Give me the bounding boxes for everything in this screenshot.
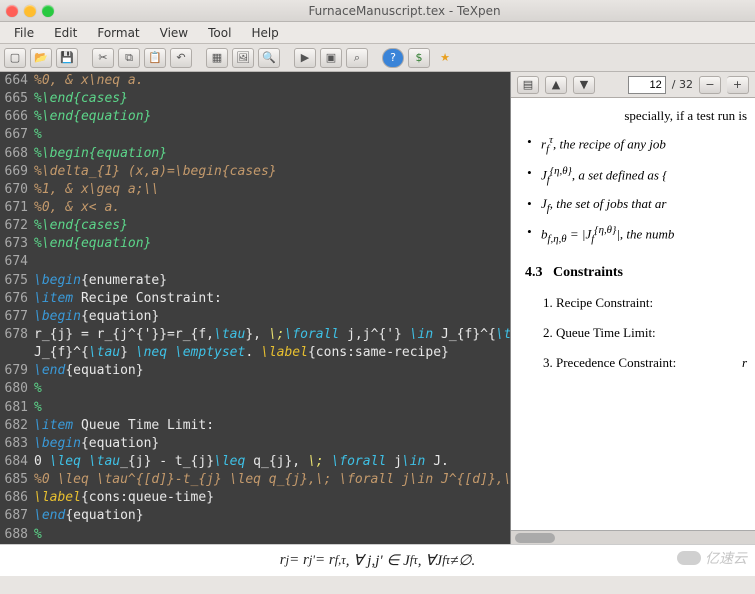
code-line[interactable]: %\end{equation} [34, 108, 510, 126]
code-line[interactable]: %\begin{equation} [34, 145, 510, 163]
section-heading: 4.3 Constraints [525, 265, 747, 281]
code-line[interactable]: J_{f}^{\tau} \neq \emptyset. \label{cons… [34, 344, 510, 362]
page-down-icon[interactable]: ▼ [573, 76, 595, 94]
constraint-item: 2. Queue Time Limit: [543, 325, 747, 341]
code-line[interactable]: %0, & x< a. [34, 199, 510, 217]
code-line[interactable]: \item Recipe Constraint: [34, 290, 510, 308]
preview-line: specially, if a test run is [525, 108, 747, 124]
new-icon[interactable]: ▢ [4, 48, 26, 68]
code-line[interactable]: \end{equation} [34, 507, 510, 525]
line-gutter: 6646656666676686696706716726736746756766… [0, 72, 32, 544]
code-line[interactable]: %1, & x\geq a;\\ [34, 181, 510, 199]
code-line[interactable]: %\end{cases} [34, 217, 510, 235]
titlebar: FurnaceManuscript.tex - TeXpen [0, 0, 755, 22]
close-icon[interactable] [6, 5, 18, 17]
formula-bar: rj = rj' = rf,τ, ∀ j,j' ∈ Jfτ, ∀Jfτ≠∅. [0, 544, 755, 576]
menu-edit[interactable]: Edit [44, 24, 87, 42]
code-line[interactable]: %0 \leq \tau^{[d]}-t_{j} \leq q_{j},\; \… [34, 471, 510, 489]
code-line[interactable]: %\end{equation} [34, 235, 510, 253]
preview-hscroll[interactable] [511, 530, 755, 544]
code-line[interactable]: \begin{equation} [34, 308, 510, 326]
page-number-input[interactable] [628, 76, 666, 94]
code-line[interactable]: %\delta_{1} (x,a)=\begin{cases} [34, 163, 510, 181]
scroll-thumb[interactable] [515, 533, 555, 543]
minimize-icon[interactable] [24, 5, 36, 17]
code-line[interactable]: % [34, 380, 510, 398]
code-line[interactable]: % [34, 526, 510, 544]
code-line[interactable]: \begin{enumerate} [34, 272, 510, 290]
watermark: 亿速云 [677, 548, 747, 568]
constraint-item: 1. Recipe Constraint: [543, 295, 747, 311]
code-line[interactable] [34, 253, 510, 271]
preview-bullet: Jf{η,θ}, a set defined as { [541, 165, 747, 186]
preview-bullet: bf,η,θ = |Jf{η,θ}|, the numb [541, 224, 747, 245]
menu-tool[interactable]: Tool [198, 24, 241, 42]
image-icon[interactable]: 🖼 [232, 48, 254, 68]
menu-help[interactable]: Help [241, 24, 288, 42]
code-line[interactable]: % [34, 399, 510, 417]
stop-icon[interactable]: ▣ [320, 48, 342, 68]
menubar: FileEditFormatViewToolHelp [0, 22, 755, 44]
menu-file[interactable]: File [4, 24, 44, 42]
page-total: / 32 [672, 78, 693, 91]
copy-icon[interactable]: ⧉ [118, 48, 140, 68]
preview-bullet: rfτ, the recipe of any job [541, 134, 747, 155]
sidebar-toggle-icon[interactable]: ▤ [517, 76, 539, 94]
help-icon[interactable]: ? [382, 48, 404, 68]
page-up-icon[interactable]: ▲ [545, 76, 567, 94]
preview-toolbar: ▤ ▲ ▼ / 32 − + [511, 72, 755, 98]
paste-icon[interactable]: 📋 [144, 48, 166, 68]
cut-icon[interactable]: ✂ [92, 48, 114, 68]
preview-pane: ▤ ▲ ▼ / 32 − + specially, if a test run … [510, 72, 755, 544]
menu-format[interactable]: Format [87, 24, 149, 42]
maximize-icon[interactable] [42, 5, 54, 17]
code-line[interactable]: % [34, 126, 510, 144]
dollar-icon[interactable]: $ [408, 48, 430, 68]
preview-content: specially, if a test run is rfτ, the rec… [511, 98, 755, 530]
undo-icon[interactable]: ↶ [170, 48, 192, 68]
window-title: FurnaceManuscript.tex - TeXpen [60, 4, 749, 18]
code-line[interactable]: \label{cons:queue-time} [34, 489, 510, 507]
cloud-icon [677, 551, 701, 565]
zoom-in-icon[interactable]: + [727, 76, 749, 94]
code-line[interactable]: 0 \leq \tau_{j} - t_{j}\leq q_{j}, \; \f… [34, 453, 510, 471]
preview-bullet: Jf, the set of jobs that ar [541, 196, 747, 215]
menu-view[interactable]: View [150, 24, 198, 42]
find-icon[interactable]: ⌕ [346, 48, 368, 68]
code-area[interactable]: %0, & x\neq a.%\end{cases}%\end{equation… [34, 72, 510, 544]
toolbar: ▢📂💾 ✂⧉📋↶ ▦🖼🔍 ▶▣⌕?$★ [0, 44, 755, 72]
code-line[interactable]: %0, & x\neq a. [34, 72, 510, 90]
grid-icon[interactable]: ▦ [206, 48, 228, 68]
star-icon[interactable]: ★ [434, 48, 456, 68]
code-line[interactable]: \begin{equation} [34, 435, 510, 453]
open-icon[interactable]: 📂 [30, 48, 52, 68]
editor-pane[interactable]: 6646656666676686696706716726736746756766… [0, 72, 510, 544]
search-icon[interactable]: 🔍 [258, 48, 280, 68]
code-line[interactable]: \end{equation} [34, 362, 510, 380]
zoom-out-icon[interactable]: − [699, 76, 721, 94]
save-icon[interactable]: 💾 [56, 48, 78, 68]
play-icon[interactable]: ▶ [294, 48, 316, 68]
code-line[interactable]: r_{j} = r_{j^{'}}=r_{f,\tau}, \;\forall … [34, 326, 510, 344]
main-area: 6646656666676686696706716726736746756766… [0, 72, 755, 544]
code-line[interactable]: \item Queue Time Limit: [34, 417, 510, 435]
code-line[interactable]: %\end{cases} [34, 90, 510, 108]
